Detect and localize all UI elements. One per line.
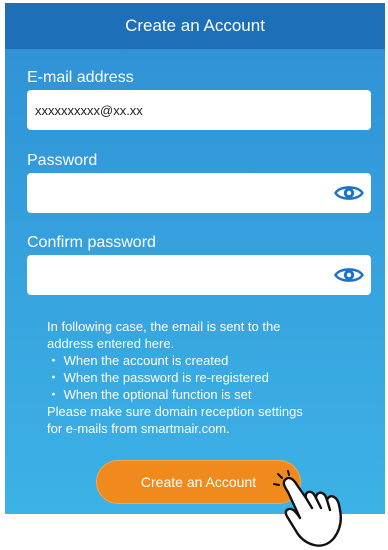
notice-intro-line: address entered here. bbox=[47, 336, 175, 351]
email-field-container bbox=[27, 90, 371, 130]
password-label: Password bbox=[27, 152, 98, 169]
email-notice: In following case, the email is sent to … bbox=[47, 318, 367, 437]
create-account-button[interactable]: Create an Account bbox=[96, 460, 301, 504]
notice-bullet: ・ When the optional function is set bbox=[47, 387, 252, 402]
notice-bullet: ・ When the account is created bbox=[47, 353, 229, 368]
email-label: E-mail address bbox=[27, 69, 134, 86]
tapping-hand-icon bbox=[273, 470, 342, 547]
confirm-password-eye-icon[interactable] bbox=[333, 262, 365, 288]
app-screen: Create an Account E-mail address Passwor… bbox=[5, 3, 385, 514]
page-title: Create an Account bbox=[125, 16, 265, 35]
password-field[interactable] bbox=[35, 185, 325, 201]
password-field-container bbox=[27, 173, 371, 213]
notice-outro-line: Please make sure domain reception settin… bbox=[47, 404, 303, 419]
title-bar: Create an Account bbox=[5, 3, 385, 49]
notice-outro-line: for e-mails from smartmair.com. bbox=[47, 421, 230, 436]
notice-bullet: ・ When the password is re-registered bbox=[47, 370, 269, 385]
confirm-password-label: Confirm password bbox=[27, 234, 156, 251]
notice-intro-line: In following case, the email is sent to … bbox=[47, 319, 281, 334]
confirm-password-field[interactable] bbox=[35, 267, 325, 283]
confirm-password-field-container bbox=[27, 255, 371, 295]
password-eye-icon[interactable] bbox=[333, 180, 365, 206]
email-field[interactable] bbox=[35, 102, 325, 118]
